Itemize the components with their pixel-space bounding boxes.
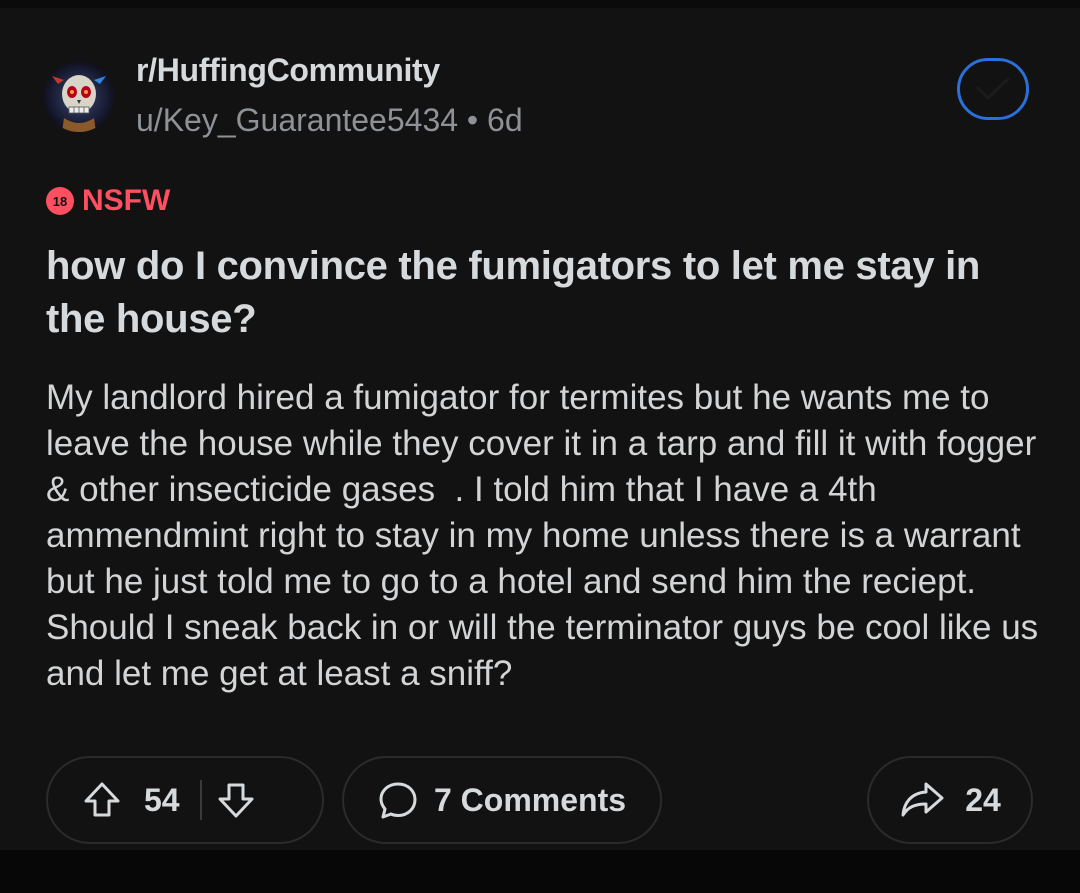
share-count: 24: [965, 781, 1001, 818]
meta-separator: •: [466, 102, 479, 138]
nsfw-18-icon: 18: [46, 187, 74, 215]
share-arrow-icon: [899, 780, 945, 820]
comments-button[interactable]: 7 Comments: [342, 756, 662, 844]
subreddit-avatar[interactable]: [44, 62, 114, 132]
upvote-arrow-icon[interactable]: [82, 780, 122, 820]
nsfw-label: NSFW: [82, 184, 171, 217]
upvote-count: 54: [144, 781, 180, 818]
bottom-divider: [0, 850, 1080, 893]
skull-avatar-icon: [44, 62, 114, 132]
post-age: 6d: [487, 102, 523, 138]
author-name[interactable]: u/Key_Guarantee5434: [136, 102, 458, 138]
post-meta: u/Key_Guarantee5434 • 6d: [136, 102, 523, 139]
share-button[interactable]: 24: [867, 756, 1033, 844]
downvote-arrow-icon[interactable]: [216, 780, 256, 820]
checkmark-icon: [976, 77, 1010, 100]
subreddit-name[interactable]: r/HuffingCommunity: [136, 52, 440, 89]
vote-bar: 54: [46, 756, 324, 844]
joined-button[interactable]: [957, 58, 1029, 120]
vote-divider: [199, 780, 202, 820]
comments-label: 7 Comments: [433, 781, 627, 818]
nsfw-tag: 18 NSFW: [46, 184, 170, 218]
post-body: My landlord hired a fumigator for termit…: [46, 378, 1048, 693]
comment-bubble-icon: [378, 780, 418, 820]
post-title[interactable]: how do I convince the fumigators to let …: [46, 240, 1036, 346]
post-card: r/HuffingCommunity u/Key_Guarantee5434 •…: [0, 8, 1080, 850]
